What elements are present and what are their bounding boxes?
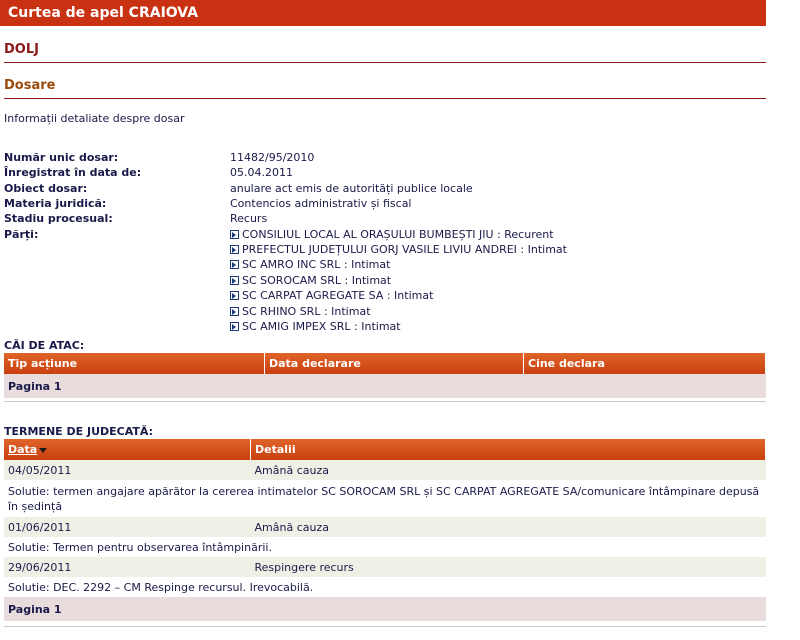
hearing-detail: Amână cauza [254, 463, 329, 477]
table-row: Solutie: Termen pentru observarea întâmp… [4, 537, 766, 557]
case-object-label: Obiect dosar: [4, 182, 88, 195]
party-name: SC CARPAT AGREGATE SA : Intimat [242, 289, 434, 302]
table-row: 29/06/2011 Respingere recurs [4, 557, 766, 577]
party-item[interactable]: SC AMIG IMPEX SRL : Intimat [230, 320, 401, 333]
column-action-type: Tip acțiune [4, 353, 265, 374]
column-declared-by: Cine declara [523, 353, 766, 374]
hearing-date: 04/05/2011 [8, 463, 72, 477]
registered-date-label: Înregistrat în data de: [4, 166, 142, 179]
case-number-value: 11482/95/2010 [230, 151, 315, 164]
party-item[interactable]: SC AMRO INC SRL : Intimat [230, 258, 390, 271]
hearing-solution: Solutie: Termen pentru observarea întâmp… [8, 540, 272, 554]
hearing-date: 01/06/2011 [8, 520, 72, 534]
hearings-table: Data Detalii 04/05/2011 Amână cauza Solu… [4, 439, 766, 621]
party-name: SC SOROCAM SRL : Intimat [242, 274, 392, 287]
hearings-title: TERMENE DE JUDECATĂ: [4, 425, 153, 438]
section-title: Dosare [4, 78, 56, 93]
hearing-date: 29/06/2011 [8, 560, 72, 574]
column-details: Detalii [250, 439, 766, 460]
party-item[interactable]: SC CARPAT AGREGATE SA : Intimat [230, 289, 433, 302]
hearing-solution: Solutie: termen angajare apărător la cer… [8, 485, 760, 513]
hearing-detail: Amână cauza [254, 520, 329, 534]
table-row: Solutie: termen angajare apărător la cer… [4, 480, 766, 517]
expand-arrow-icon[interactable] [230, 322, 239, 331]
county-title: DOLJ [4, 42, 39, 57]
party-name: PREFECTUL JUDEȚULUI GORJ VASILE LIVIU AN… [242, 243, 567, 256]
divider [4, 401, 766, 402]
table-row: 01/06/2011 Amână cauza [4, 517, 766, 537]
sort-descending-icon[interactable] [39, 447, 48, 453]
expand-arrow-icon[interactable] [230, 291, 239, 300]
procedural-stage-label: Stadiu procesual: [4, 212, 113, 225]
party-item[interactable]: SC RHINO SRL : Intimat [230, 305, 371, 318]
appeals-table: Tip acțiune Data declarare Cine declara … [4, 353, 766, 398]
legal-matter-label: Materia juridică: [4, 197, 107, 210]
parties-label: Părți: [4, 228, 39, 241]
expand-arrow-icon[interactable] [230, 276, 239, 285]
party-item[interactable]: CONSILIUL LOCAL AL ORAȘULUI BUMBEȘTI JIU… [230, 228, 554, 241]
expand-arrow-icon[interactable] [230, 260, 239, 269]
registered-date-value: 05.04.2011 [230, 166, 293, 179]
case-object-value: anulare act emis de autorități publice l… [230, 182, 473, 195]
party-name: SC AMRO INC SRL : Intimat [242, 258, 391, 271]
party-item[interactable]: PREFECTUL JUDEȚULUI GORJ VASILE LIVIU AN… [230, 243, 567, 256]
column-date[interactable]: Data [4, 439, 251, 460]
divider [4, 626, 766, 627]
party-item[interactable]: SC SOROCAM SRL : Intimat [230, 274, 391, 287]
divider [4, 98, 766, 99]
divider [4, 62, 766, 63]
case-number-label: Număr unic dosar: [4, 151, 119, 164]
expand-arrow-icon[interactable] [230, 245, 239, 254]
party-name: CONSILIUL LOCAL AL ORAȘULUI BUMBEȘTI JIU… [242, 228, 554, 241]
table-row: Solutie: DEC. 2292 – CM Respinge recursu… [4, 577, 766, 597]
procedural-stage-value: Recurs [230, 212, 268, 225]
intro-text: Informații detaliate despre dosar [4, 112, 185, 125]
legal-matter-value: Contencios administrativ și fiscal [230, 197, 412, 210]
hearing-solution: Solutie: DEC. 2292 – CM Respinge recursu… [8, 580, 314, 594]
court-banner: Curtea de apel CRAIOVA [0, 0, 766, 26]
party-name: SC AMIG IMPEX SRL : Intimat [242, 320, 401, 333]
column-declaration-date: Data declarare [264, 353, 524, 374]
expand-arrow-icon[interactable] [230, 230, 239, 239]
sort-by-date-link[interactable]: Data [8, 443, 37, 456]
hearing-detail: Respingere recurs [254, 560, 354, 574]
expand-arrow-icon[interactable] [230, 307, 239, 316]
appeals-pager[interactable]: Pagina 1 [4, 374, 766, 398]
hearings-pager[interactable]: Pagina 1 [4, 597, 766, 621]
party-name: SC RHINO SRL : Intimat [242, 305, 371, 318]
table-row: 04/05/2011 Amână cauza [4, 460, 766, 480]
appeals-title: CĂI DE ATAC: [4, 339, 85, 352]
